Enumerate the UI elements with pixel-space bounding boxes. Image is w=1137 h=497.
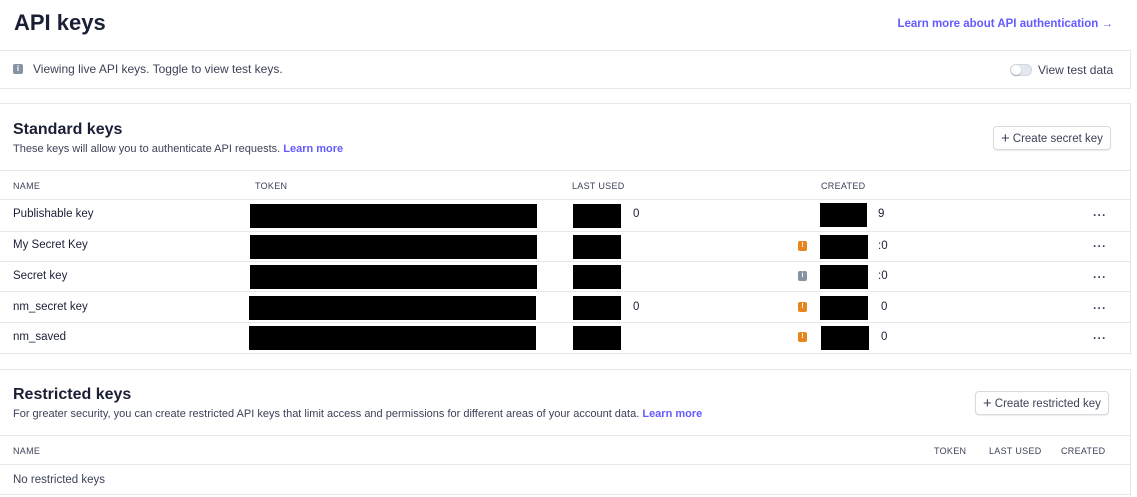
created-text: :0 bbox=[878, 240, 888, 252]
divider bbox=[0, 494, 1131, 495]
divider bbox=[0, 353, 1131, 354]
column-header-last-used: LAST USED bbox=[989, 446, 1042, 456]
api-auth-learn-more-link[interactable]: Learn more about API authentication → bbox=[897, 18, 1113, 30]
empty-state-text: No restricted keys bbox=[13, 474, 106, 486]
last-used-redaction bbox=[573, 235, 621, 259]
arrow-right-icon: → bbox=[1101, 18, 1114, 30]
created-text: 9 bbox=[878, 208, 885, 220]
restricted-keys-learn-more-link[interactable]: Learn more bbox=[642, 408, 702, 420]
standard-keys-learn-more-link[interactable]: Learn more bbox=[283, 143, 343, 155]
created-text: :0 bbox=[878, 270, 888, 282]
divider bbox=[1130, 369, 1131, 497]
last-used-redaction bbox=[573, 265, 621, 289]
divider bbox=[0, 231, 1131, 232]
created-text: 0 bbox=[881, 331, 888, 343]
divider bbox=[1130, 50, 1131, 88]
warning-icon: ! bbox=[798, 332, 807, 342]
divider bbox=[0, 88, 1131, 89]
column-header-token: TOKEN bbox=[934, 446, 967, 456]
warning-icon: ! bbox=[798, 302, 807, 312]
column-header-created: CREATED bbox=[821, 181, 866, 191]
page-title: API keys bbox=[14, 10, 106, 35]
column-header-token: TOKEN bbox=[255, 181, 288, 191]
token-redaction bbox=[250, 235, 537, 259]
token-redaction bbox=[250, 204, 537, 228]
column-header-name: NAME bbox=[13, 446, 41, 456]
create-secret-key-button[interactable]: + Create secret key bbox=[993, 126, 1111, 150]
key-name: Publishable key bbox=[13, 208, 94, 220]
divider bbox=[0, 261, 1131, 262]
info-icon: i bbox=[13, 64, 23, 74]
last-used-text: 0 bbox=[633, 301, 640, 313]
created-redaction bbox=[820, 235, 868, 259]
row-actions-button[interactable]: ··· bbox=[1093, 239, 1107, 253]
live-mode-banner-text: Viewing live API keys. Toggle to view te… bbox=[33, 62, 283, 76]
divider bbox=[0, 464, 1131, 465]
row-actions-button[interactable]: ··· bbox=[1093, 331, 1107, 345]
api-auth-link-label: Learn more about API authentication bbox=[897, 18, 1099, 30]
divider bbox=[0, 435, 1131, 436]
divider bbox=[0, 322, 1131, 323]
token-redaction bbox=[249, 296, 536, 320]
standard-keys-title: Standard keys bbox=[13, 121, 123, 138]
restricted-keys-description: For greater security, you can create res… bbox=[13, 408, 702, 420]
key-name: nm_secret key bbox=[13, 301, 88, 313]
last-used-redaction bbox=[573, 326, 621, 350]
column-header-name: NAME bbox=[13, 181, 41, 191]
row-actions-button[interactable]: ··· bbox=[1093, 301, 1107, 315]
restricted-keys-desc-text: For greater security, you can create res… bbox=[13, 408, 640, 420]
last-used-text: 0 bbox=[633, 208, 640, 220]
restricted-keys-title: Restricted keys bbox=[13, 386, 132, 403]
last-used-redaction bbox=[573, 296, 621, 320]
view-test-data-toggle[interactable] bbox=[1010, 64, 1032, 76]
divider bbox=[0, 170, 1131, 171]
column-header-created: CREATED bbox=[1061, 446, 1106, 456]
created-redaction bbox=[820, 296, 868, 320]
created-text: 0 bbox=[881, 301, 888, 313]
warning-icon: ! bbox=[798, 241, 807, 251]
last-used-redaction bbox=[573, 204, 621, 228]
divider bbox=[0, 369, 1131, 370]
key-name: Secret key bbox=[13, 270, 68, 282]
created-redaction bbox=[820, 203, 867, 227]
create-restricted-key-button[interactable]: + Create restricted key bbox=[975, 391, 1109, 415]
divider bbox=[0, 291, 1131, 292]
key-name: My Secret Key bbox=[13, 239, 88, 251]
plus-icon: + bbox=[1001, 130, 1010, 147]
token-redaction bbox=[250, 265, 537, 289]
row-actions-button[interactable]: ··· bbox=[1093, 208, 1107, 222]
info-icon: i bbox=[798, 271, 807, 281]
row-actions-button[interactable]: ··· bbox=[1093, 270, 1107, 284]
create-restricted-key-label: Create restricted key bbox=[994, 398, 1101, 410]
key-name: nm_saved bbox=[13, 331, 67, 343]
plus-icon: + bbox=[983, 395, 992, 412]
divider bbox=[0, 199, 1131, 200]
divider bbox=[1130, 103, 1131, 353]
standard-keys-desc-text: These keys will allow you to authenticat… bbox=[13, 143, 281, 155]
standard-keys-description: These keys will allow you to authenticat… bbox=[13, 143, 343, 155]
toggle-knob bbox=[1011, 65, 1021, 75]
created-redaction bbox=[821, 326, 869, 350]
create-secret-key-label: Create secret key bbox=[1012, 133, 1103, 145]
divider bbox=[0, 103, 1131, 104]
created-redaction bbox=[820, 265, 868, 289]
view-test-data-label[interactable]: View test data bbox=[1038, 63, 1113, 77]
divider bbox=[0, 50, 1131, 51]
token-redaction bbox=[249, 326, 536, 350]
column-header-last-used: LAST USED bbox=[572, 181, 625, 191]
